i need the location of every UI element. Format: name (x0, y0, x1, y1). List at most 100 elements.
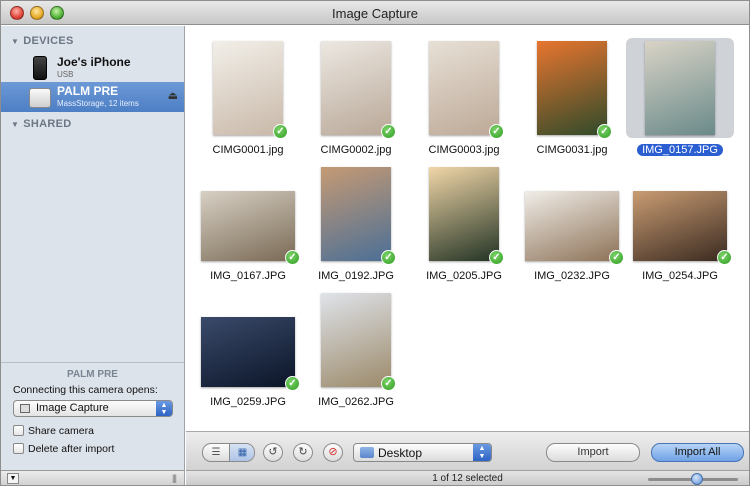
photo-thumbnail[interactable] (321, 41, 391, 135)
list-view-icon[interactable]: ☰ (203, 444, 229, 461)
photo-thumbnail[interactable] (201, 317, 295, 387)
photo-item[interactable]: ✓ IMG_0232.JPG (518, 164, 626, 292)
device-name: Joe's iPhone (57, 55, 131, 69)
sidebar-item-joes-iphone[interactable]: Joe's iPhone USB (1, 53, 184, 83)
photo-filename: IMG_0259.JPG (194, 396, 302, 408)
folder-icon (360, 447, 374, 458)
image-capture-window: Image Capture ▼ DEVICES Joe's iPhone USB … (0, 0, 750, 486)
photo-filename: IMG_0157.JPG (626, 144, 734, 156)
photo-thumbnail[interactable] (645, 41, 715, 135)
bottom-toolbar: ☰ ▦ ↺ ↻ ⊘ Desktop ▲ ▼ Import Import All (186, 431, 749, 470)
photo-thumbnail[interactable] (201, 191, 295, 261)
devices-header[interactable]: ▼ DEVICES (11, 35, 74, 47)
import-all-button[interactable]: Import All (651, 443, 744, 462)
sidebar-item-palm-pre[interactable]: PALM PRE MassStorage, 12 items ⏏ (1, 82, 184, 112)
opens-app-label: Connecting this camera opens: (13, 384, 158, 396)
popup-arrows-icon: ▲ ▼ (156, 401, 172, 416)
photo-filename: IMG_0167.JPG (194, 270, 302, 282)
filename-text: IMG_0262.JPG (318, 396, 394, 408)
rotate-right-icon[interactable]: ↻ (293, 443, 313, 462)
import-button[interactable]: Import (546, 443, 640, 462)
check-icon: ✓ (717, 250, 732, 265)
photo-item[interactable]: ✓ IMG_0262.JPG (302, 290, 410, 418)
device-connection: USB (57, 70, 74, 79)
photo-filename: CIMG0003.jpg (410, 144, 518, 156)
thumbnail-frame: ✓ (302, 164, 410, 265)
photo-thumbnail[interactable] (633, 191, 727, 261)
device-connection: MassStorage, 12 items (57, 99, 139, 108)
opens-app-popup[interactable]: Image Capture ▲ ▼ (13, 400, 173, 417)
photo-filename: CIMG0002.jpg (302, 144, 410, 156)
check-icon: ✓ (285, 376, 300, 391)
photo-item[interactable]: ✓ IMG_0192.JPG (302, 164, 410, 292)
photo-item[interactable]: ✓ CIMG0003.jpg (410, 38, 518, 166)
status-bar: 1 of 12 selected (186, 470, 749, 485)
action-menu-icon[interactable]: ▼ (7, 473, 19, 484)
photo-thumbnail[interactable] (429, 41, 499, 135)
photo-item[interactable]: ✓ CIMG0031.jpg (518, 38, 626, 166)
view-mode-control[interactable]: ☰ ▦ (202, 443, 255, 462)
check-icon: ✓ (285, 250, 300, 265)
photo-item[interactable]: ✓ CIMG0001.jpg (194, 38, 302, 166)
photo-thumbnail[interactable] (537, 41, 607, 135)
resize-grip-icon[interactable]: ||| (172, 473, 177, 483)
thumbnail-frame: ✓ (410, 164, 518, 265)
share-camera-checkbox[interactable] (13, 425, 24, 436)
thumbnail-frame: ✓ (626, 164, 734, 265)
thumbnail-frame: ✓ (518, 164, 626, 265)
device-name: PALM PRE (57, 84, 119, 98)
share-camera-option[interactable]: Share camera (13, 425, 94, 437)
iphone-icon (33, 56, 47, 80)
thumbnail-frame: ✓ (194, 38, 302, 139)
thumbnail-frame: ✓ (194, 290, 302, 391)
photo-thumbnail[interactable] (525, 191, 619, 261)
photo-filename: IMG_0254.JPG (626, 270, 734, 282)
thumbnail-frame: ✓ (518, 38, 626, 139)
image-capture-app-icon (20, 404, 30, 413)
photo-grid: ✓ CIMG0001.jpg ✓ CIMG0002.jpg ✓ CIMG0003.jpg ✓… (186, 26, 749, 431)
photo-item[interactable]: ✓ CIMG0002.jpg (302, 38, 410, 166)
check-icon: ✓ (489, 250, 504, 265)
slider-knob[interactable] (690, 473, 703, 485)
disclosure-triangle-icon[interactable]: ▼ (11, 120, 19, 129)
filename-text: IMG_0232.JPG (534, 270, 610, 282)
photo-thumbnail[interactable] (321, 293, 391, 387)
photo-filename: IMG_0192.JPG (302, 270, 410, 282)
rotate-left-icon[interactable]: ↺ (263, 443, 283, 462)
photo-filename: IMG_0232.JPG (518, 270, 626, 282)
photo-thumbnail[interactable] (213, 41, 283, 135)
check-icon: ✓ (489, 124, 504, 139)
delete-after-import-option[interactable]: Delete after import (13, 443, 114, 455)
delete-icon[interactable]: ⊘ (323, 443, 343, 462)
filename-text: IMG_0157.JPG (637, 144, 723, 156)
destination-value: Desktop (378, 446, 423, 460)
photo-filename: IMG_0262.JPG (302, 396, 410, 408)
eject-icon[interactable]: ⏏ (168, 89, 178, 102)
photo-item[interactable]: IMG_0157.JPG (626, 38, 734, 166)
import-destination-popup[interactable]: Desktop ▲ ▼ (353, 443, 492, 462)
device-panel-title: PALM PRE (67, 369, 118, 380)
photo-item[interactable]: ✓ IMG_0205.JPG (410, 164, 518, 292)
disclosure-triangle-icon[interactable]: ▼ (11, 37, 19, 46)
photo-thumbnail[interactable] (321, 167, 391, 261)
thumbnail-size-slider[interactable] (648, 473, 738, 485)
shared-header[interactable]: ▼ SHARED (11, 118, 71, 130)
photo-item[interactable]: ✓ IMG_0259.JPG (194, 290, 302, 418)
photo-item[interactable]: ✓ IMG_0167.JPG (194, 164, 302, 292)
title-bar: Image Capture (1, 1, 749, 25)
sidebar: ▼ DEVICES Joe's iPhone USB PALM PRE MassS… (1, 26, 185, 470)
filename-text: CIMG0002.jpg (320, 144, 392, 156)
photo-thumbnail[interactable] (429, 167, 499, 261)
filename-text: IMG_0205.JPG (426, 270, 502, 282)
photo-filename: IMG_0205.JPG (410, 270, 518, 282)
delete-after-import-checkbox[interactable] (13, 443, 24, 454)
icon-view-icon[interactable]: ▦ (229, 444, 254, 461)
thumbnail-frame (626, 38, 734, 138)
popup-arrows-icon: ▲ ▼ (473, 444, 491, 461)
filename-text: CIMG0001.jpg (212, 144, 284, 156)
thumbnail-frame: ✓ (410, 38, 518, 139)
filename-text: IMG_0254.JPG (642, 270, 718, 282)
photo-item[interactable]: ✓ IMG_0254.JPG (626, 164, 734, 292)
check-icon: ✓ (381, 124, 396, 139)
photo-filename: CIMG0001.jpg (194, 144, 302, 156)
